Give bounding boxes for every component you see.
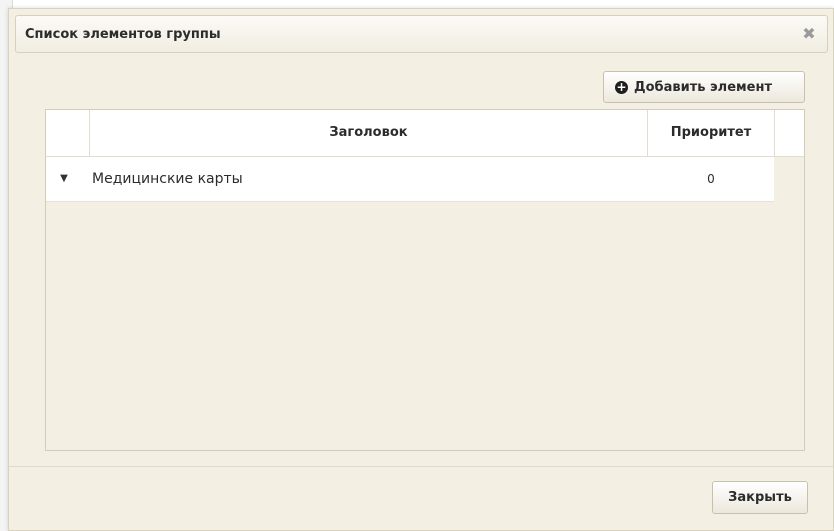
column-divider [774, 110, 775, 156]
column-header-priority[interactable]: Приоритет [648, 110, 774, 156]
group-elements-dialog: Список элементов группы ✖ + Добавить эле… [8, 8, 834, 531]
column-header-title[interactable]: Заголовок [90, 110, 647, 156]
table-header: Заголовок Приоритет [46, 110, 804, 157]
row-priority: 0 [707, 172, 715, 186]
dialog-title: Список элементов группы [25, 27, 221, 42]
row-title: Медицинские карты [92, 171, 243, 187]
close-icon[interactable]: ✖ [799, 24, 819, 44]
add-element-button[interactable]: + Добавить элемент [603, 71, 805, 103]
plus-circle-icon: + [615, 79, 628, 94]
footer-divider [9, 466, 833, 467]
elements-table: Заголовок Приоритет ▼ Медицинские карты … [45, 109, 805, 451]
add-element-label: Добавить элемент [634, 79, 772, 95]
close-button[interactable]: Закрыть [712, 481, 808, 514]
chevron-down-icon[interactable]: ▼ [54, 169, 74, 189]
table-row[interactable]: ▼ Медицинские карты 0 [46, 157, 774, 202]
dialog-titlebar: Список элементов группы ✖ [15, 15, 828, 53]
